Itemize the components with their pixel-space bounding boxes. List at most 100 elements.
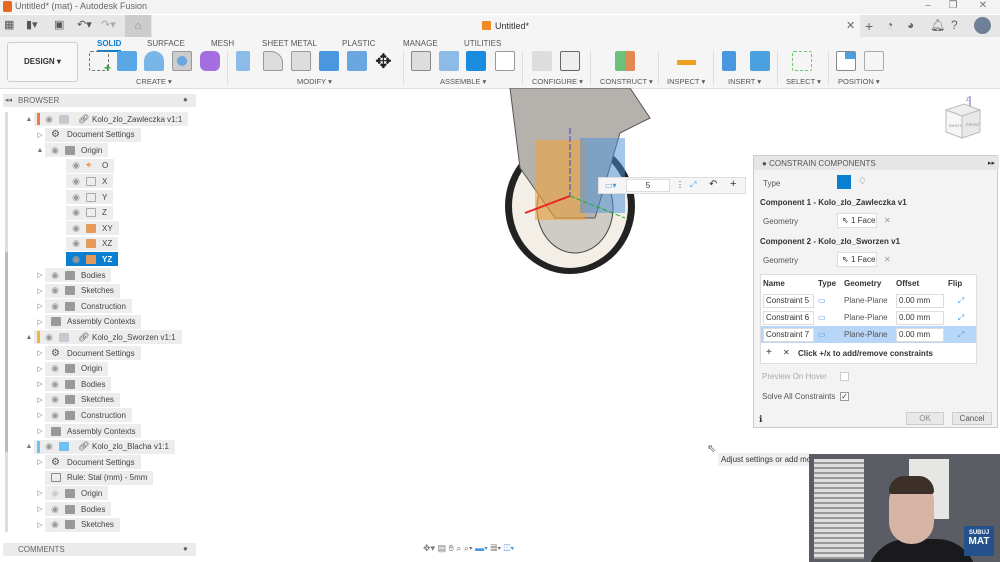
close-window-button[interactable]: ✕ [973, 0, 993, 11]
notifications-icon[interactable]: 🔔︎ [930, 18, 945, 32]
flip-icon[interactable]: ⤢ [946, 309, 976, 326]
browser-item[interactable]: ▷ ◉ Sketches [35, 517, 120, 532]
expand-dialog-icon[interactable]: ▸▸ [988, 159, 995, 167]
insert-derive-icon[interactable] [722, 51, 736, 71]
constraint-type-dropdown[interactable]: ▭▾ [605, 181, 617, 190]
revolve-icon[interactable] [144, 51, 164, 71]
browser-item[interactable]: ◉ ⌖ O [56, 158, 115, 173]
offset-input[interactable]: 5 [626, 179, 670, 192]
constraint-row[interactable]: Constraint 6 ▭ Plane-Plane 0.00 mm ⤢ [761, 309, 976, 326]
visibility-eye-icon[interactable]: ◉ [69, 160, 83, 171]
expand-arrow-icon[interactable]: ▷ [35, 380, 45, 388]
close-tab-icon[interactable]: ✕ [846, 19, 855, 32]
visibility-eye-icon[interactable]: ◉ [42, 332, 56, 343]
tab-plastic[interactable]: PLASTIC [342, 39, 375, 48]
expand-arrow-icon[interactable]: ▷ [35, 396, 45, 404]
visibility-eye-icon[interactable]: ◉ [69, 207, 83, 218]
configure-menu[interactable]: CONFIGURE ▾ [532, 77, 583, 86]
zoom-window-icon[interactable]: ⌕ [456, 543, 461, 553]
extensions-icon[interactable]: ◔ [886, 18, 893, 32]
measure-icon[interactable] [677, 60, 696, 65]
visibility-eye-icon[interactable]: ◉ [48, 285, 62, 296]
configure-icon[interactable] [532, 51, 552, 71]
expand-arrow-icon[interactable]: ▷ [35, 318, 45, 326]
joint-icon[interactable] [439, 51, 459, 71]
constraint-row[interactable]: Constraint 7 ▭ Plane-Plane 0.00 mm ⤢ [761, 326, 976, 343]
pan-icon[interactable]: ✋︎ [449, 543, 454, 553]
visibility-eye-icon[interactable]: ◉ [69, 192, 83, 203]
browser-item[interactable]: ▷ ◉ Origin [35, 486, 109, 501]
browser-item[interactable]: ▷ ⚙ Document Settings [35, 127, 141, 142]
browser-item[interactable]: ▷ ◉ Sketches [35, 283, 120, 298]
expand-arrow-icon[interactable]: ▷ [35, 411, 45, 419]
clear-geometry1-icon[interactable]: ✕ [884, 216, 891, 225]
browser-item[interactable]: ◉ Z [56, 205, 113, 220]
add-comment-icon[interactable]: ● [183, 544, 188, 553]
viewcube-front-face[interactable]: FRONT [966, 122, 980, 127]
tab-sheet-metal[interactable]: SHEET METAL [262, 39, 317, 48]
tab-manage[interactable]: MANAGE [403, 39, 438, 48]
user-avatar[interactable] [974, 17, 991, 34]
undo-constraint-icon[interactable]: ↶ [709, 179, 717, 190]
add-constraint-icon[interactable]: + [730, 178, 736, 190]
offset-input[interactable]: 0.00 mm [896, 293, 944, 308]
visibility-eye-icon[interactable]: ◉ [48, 145, 62, 156]
move-copy-icon[interactable]: ✥ [375, 49, 392, 74]
browser-item[interactable]: ◉ XY [56, 221, 119, 236]
create-sketch-icon[interactable]: + [89, 51, 111, 75]
modify-menu[interactable]: MODIFY ▾ [297, 77, 332, 86]
maximize-button[interactable]: ❐ [943, 0, 963, 11]
cancel-button[interactable]: Cancel [952, 412, 992, 425]
expand-arrow-icon[interactable]: ▷ [35, 505, 45, 513]
info-icon[interactable]: ℹ [759, 414, 762, 425]
browser-item[interactable]: ▷ ⚙ Document Settings [35, 455, 141, 470]
insert-canvas-icon[interactable] [750, 51, 770, 71]
ok-button[interactable]: OK [906, 412, 944, 425]
browser-item[interactable]: ◉ Y [56, 190, 114, 204]
job-status-icon[interactable]: ◕ [907, 18, 914, 32]
tab-utilities[interactable]: UTILITIES [464, 39, 501, 48]
comments-panel[interactable]: COMMENTS ● [3, 543, 196, 556]
select-menu[interactable]: SELECT ▾ [786, 77, 821, 86]
save-icon[interactable]: ▣ [54, 18, 64, 31]
solve-all-checkbox[interactable]: ✓ [840, 392, 849, 401]
browser-item[interactable]: ▲ ◉ 🔗︎ Kolo_zlo_Sworzen v1:1 [24, 330, 182, 345]
look-at-icon[interactable]: ▤ [438, 543, 447, 553]
expand-arrow-icon[interactable]: ▷ [35, 287, 45, 295]
visibility-eye-icon[interactable]: ◉ [69, 238, 83, 249]
browser-item[interactable]: ▷ ◉ Bodies [35, 377, 112, 392]
extrude-icon[interactable] [117, 51, 137, 71]
expand-arrow-icon[interactable]: ▷ [35, 271, 45, 279]
type-planar-icon[interactable] [837, 175, 851, 189]
revert-position-icon[interactable] [864, 51, 884, 71]
browser-item[interactable]: ◉ X [56, 174, 114, 189]
constraint-name-input[interactable]: Constraint 7 [763, 327, 814, 342]
combine-icon[interactable] [319, 51, 339, 71]
visibility-eye-icon[interactable]: ◉ [48, 363, 62, 374]
browser-item[interactable]: ▷ ◉ Origin [35, 361, 109, 376]
expand-arrow-icon[interactable]: ▷ [35, 427, 45, 435]
browser-item[interactable]: ▲ ◉ Origin [35, 143, 109, 158]
visibility-eye-icon[interactable]: ◉ [69, 176, 83, 187]
orbit-icon[interactable]: ✥▾ [423, 543, 435, 553]
expand-arrow-icon[interactable]: ▷ [35, 131, 45, 139]
shell-icon[interactable] [291, 51, 311, 71]
expand-arrow-icon[interactable]: ▷ [35, 489, 45, 497]
browser-item[interactable]: ▲ ◉ 🔗︎ Kolo_zlo_Blacha v1:1 [24, 439, 175, 454]
construct-menu[interactable]: CONSTRUCT ▾ [600, 77, 653, 86]
flip-icon[interactable]: ⤢ [946, 326, 976, 343]
expand-arrow-icon[interactable]: ▷ [35, 349, 45, 357]
browser-item[interactable]: ▷ ⚙ Document Settings [35, 346, 141, 360]
browser-item[interactable]: ▲ ◉ 🔗︎ Kolo_zlo_Zawleczka v1:1 [24, 112, 189, 126]
collapse-arrow-icon[interactable]: ▲ [24, 116, 34, 123]
visibility-eye-icon[interactable]: ◉ [48, 270, 62, 281]
collapse-arrow-icon[interactable]: ▲ [35, 147, 45, 154]
browser-header[interactable]: ◂◂ BROWSER ● [3, 94, 196, 107]
constraint-name-input[interactable]: Constraint 5 [763, 293, 814, 308]
offset-input[interactable]: 0.00 mm [896, 327, 944, 342]
browser-item[interactable]: ▷ Assembly Contexts [35, 314, 142, 329]
remove-constraint-button[interactable]: ✕ [783, 348, 790, 357]
browser-item[interactable]: ▷ ◉ Bodies [35, 268, 112, 282]
fillet-icon[interactable] [263, 51, 283, 71]
tab-surface[interactable]: SURFACE [147, 39, 185, 48]
